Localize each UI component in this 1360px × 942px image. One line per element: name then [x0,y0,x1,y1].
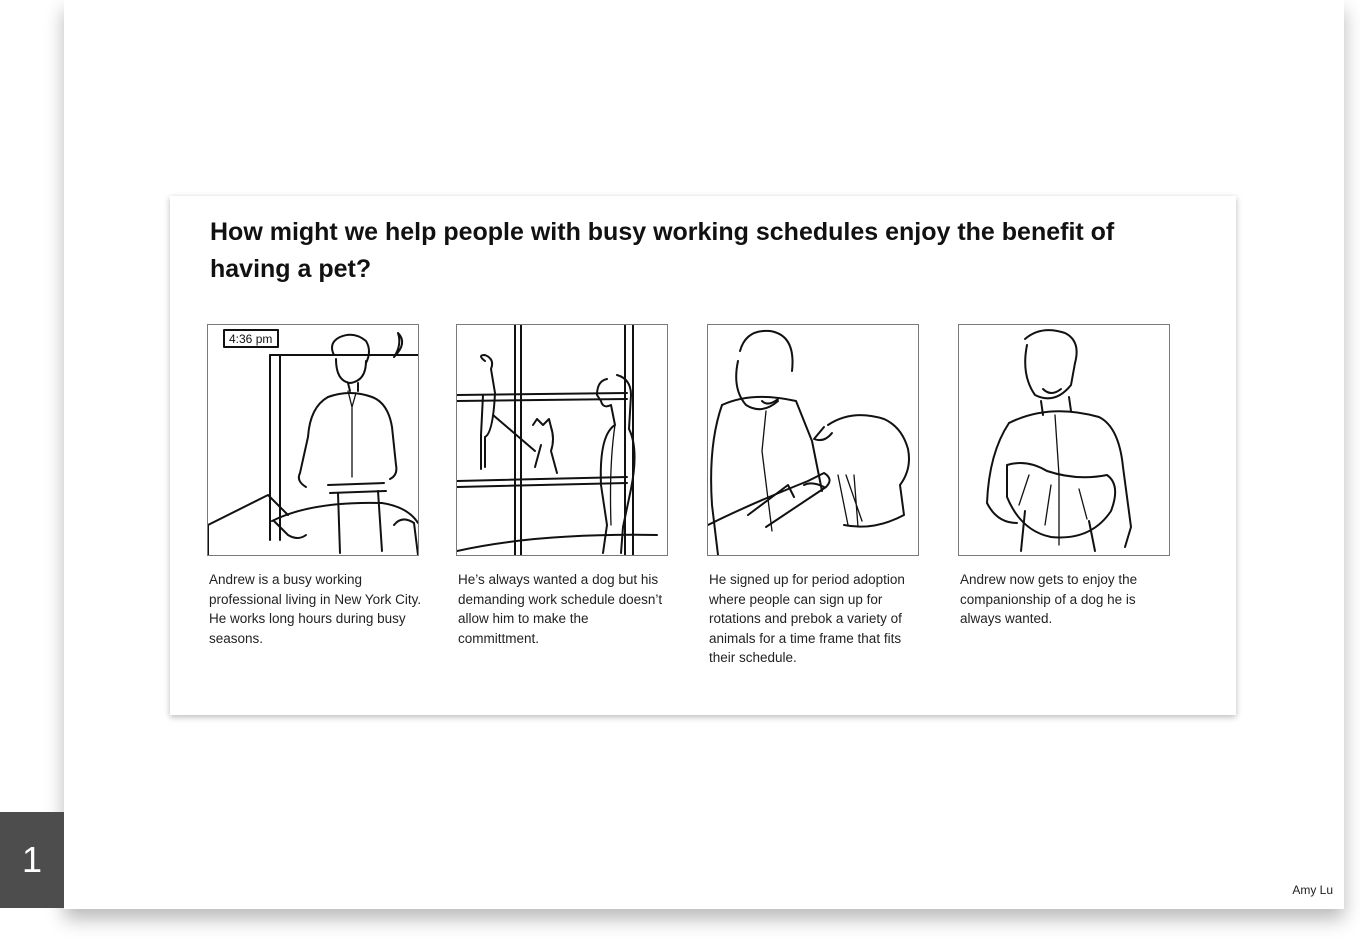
panel-caption-3: He signed up for period adoption where p… [709,572,905,666]
sketch-window-dog-walk-illustration [457,325,658,555]
storyboard-panel-2: He’s always wanted a dog but his demandi… [456,324,668,648]
slide: How might we help people with busy worki… [64,0,1344,909]
author-credit: Amy Lu [1292,883,1333,897]
storyboard-panel-4: Andrew now gets to enjoy the companionsh… [958,324,1170,629]
sketch-frame-3 [707,324,919,556]
slide-title: How might we help people with busy worki… [210,218,1115,283]
panel-caption-4: Andrew now gets to enjoy the companionsh… [960,572,1138,627]
panel-caption-1: Andrew is a busy working professional li… [209,572,422,646]
storyboard-panel-3: He signed up for period adoption where p… [707,324,919,668]
panel-caption-2: He’s always wanted a dog but his demandi… [458,572,663,646]
storyboard-card: How might we help people with busy worki… [170,196,1236,715]
clock-text: 4:36 pm [229,332,272,346]
sketch-man-petting-dog-illustration [708,329,910,555]
page-number-badge: 1 [0,812,64,908]
sketch-frame-2 [456,324,668,556]
storyboard-panel-1: 4:36 pm Andrew is a busy working profess… [207,324,421,648]
sketch-frame-1: 4:36 pm [207,324,419,556]
sketch-man-holding-dog-illustration [986,329,1132,552]
sketch-man-at-office-illustration: 4:36 pm [208,329,418,555]
sketch-frame-4 [958,324,1170,556]
